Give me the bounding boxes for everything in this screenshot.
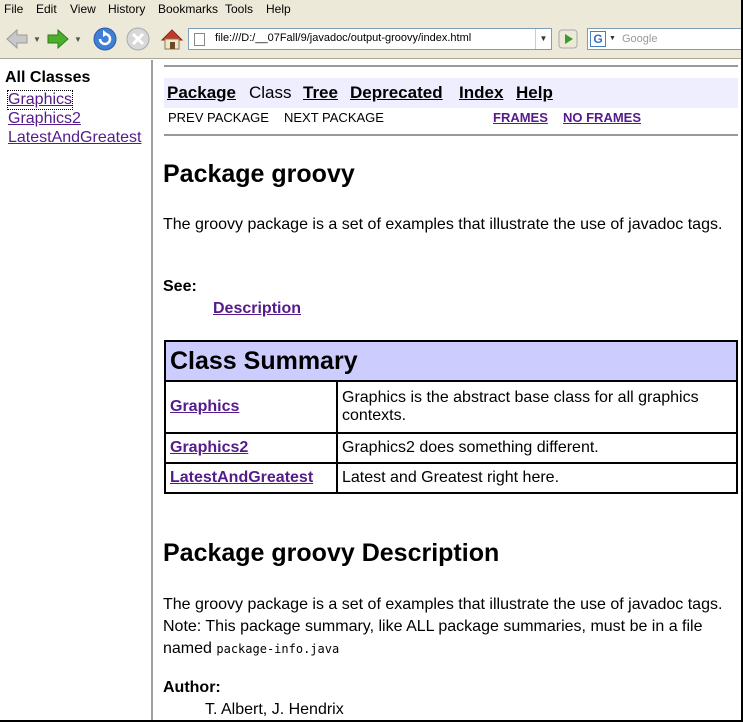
engine-dropdown-icon[interactable]: ▼ <box>609 35 616 42</box>
url-text[interactable]: file:///D:/__07Fall/9/javadoc/output-gro… <box>215 32 471 44</box>
reload-icon[interactable] <box>91 25 119 53</box>
class-summary-header: Class Summary <box>164 340 738 382</box>
search-placeholder[interactable]: Google <box>622 33 657 45</box>
all-classes-title: All Classes <box>5 69 91 86</box>
url-bar[interactable]: file:///D:/__07Fall/9/javadoc/output-gro… <box>188 28 552 50</box>
package-description: The groovy package is a set of examples … <box>163 594 723 660</box>
table-cell-name: LatestAndGreatest <box>164 462 338 494</box>
table-cell-desc: Latest and Greatest right here. <box>336 462 738 494</box>
menu-tools[interactable]: Tools <box>225 2 253 16</box>
nav-tree[interactable]: Tree <box>303 83 338 103</box>
home-icon[interactable] <box>158 25 186 53</box>
all-classes-frame: All Classes Graphics Graphics2 LatestAnd… <box>0 60 153 720</box>
description-title: Package groovy Description <box>163 539 500 567</box>
package-summary-frame: Package Class Tree Deprecated Index Help… <box>155 60 741 720</box>
menu-view[interactable]: View <box>70 2 96 16</box>
table-cell-desc: Graphics is the abstract base class for … <box>336 380 738 434</box>
summary-link-graphics[interactable]: Graphics <box>170 398 239 415</box>
author-value: T. Albert, J. Hendrix <box>205 701 344 718</box>
menu-help[interactable]: Help <box>266 2 291 16</box>
back-dropdown-icon[interactable]: ▼ <box>33 35 41 44</box>
nav-package[interactable]: Package <box>167 83 236 103</box>
back-icon[interactable] <box>4 25 30 53</box>
table-cell-name: Graphics2 <box>164 432 338 464</box>
menu-file[interactable]: File <box>4 2 23 16</box>
package-intro: The groovy package is a set of examples … <box>163 216 723 233</box>
table-cell-name: Graphics <box>164 380 338 434</box>
frames-link[interactable]: FRAMES <box>493 110 548 125</box>
table-row: Graphics2 Graphics2 does something diffe… <box>164 432 738 464</box>
browser-window: File Edit View History Bookmarks Tools H… <box>0 0 741 720</box>
nav-index[interactable]: Index <box>459 83 503 103</box>
forward-dropdown-icon[interactable]: ▼ <box>74 35 82 44</box>
menu-bar: File Edit View History Bookmarks Tools H… <box>0 0 741 19</box>
stop-icon[interactable] <box>124 25 152 53</box>
table-row: LatestAndGreatest Latest and Greatest ri… <box>164 462 738 494</box>
menu-edit[interactable]: Edit <box>36 2 57 16</box>
see-label: See: <box>163 278 197 295</box>
navigation-toolbar: ▼ ▼ file:///D:/__07Fall/9/javadoc/output… <box>0 19 741 59</box>
description-link[interactable]: Description <box>213 300 301 318</box>
table-cell-desc: Graphics2 does something different. <box>336 432 738 464</box>
description-code: package-info.java <box>216 642 340 656</box>
google-engine-icon[interactable]: G <box>590 31 606 47</box>
menu-bookmarks[interactable]: Bookmarks <box>158 2 218 16</box>
nav-deprecated[interactable]: Deprecated <box>350 83 443 103</box>
class-link-latestandgreatest[interactable]: LatestAndGreatest <box>8 129 141 147</box>
javadoc-navbar: Package Class Tree Deprecated Index Help <box>164 78 738 108</box>
class-summary-table: Class Summary Graphics Graphics is the a… <box>164 340 738 494</box>
menu-history[interactable]: History <box>108 2 145 16</box>
forward-icon[interactable] <box>45 25 71 53</box>
no-frames-link[interactable]: NO FRAMES <box>563 110 641 125</box>
page-title: Package groovy <box>163 160 355 188</box>
search-box[interactable]: G ▼ Google <box>587 28 741 50</box>
top-divider <box>164 65 738 67</box>
next-package: NEXT PACKAGE <box>284 110 384 125</box>
prev-package: PREV PACKAGE <box>168 110 269 125</box>
nav-divider <box>164 134 738 136</box>
nav-help[interactable]: Help <box>516 83 553 103</box>
class-link-graphics[interactable]: Graphics <box>6 90 74 110</box>
class-link-graphics2[interactable]: Graphics2 <box>8 110 81 128</box>
author-label: Author: <box>163 679 221 696</box>
nav-class: Class <box>249 83 292 102</box>
table-row: Graphics Graphics is the abstract base c… <box>164 380 738 434</box>
summary-link-latestandgreatest[interactable]: LatestAndGreatest <box>170 469 313 486</box>
url-dropdown-icon[interactable]: ▼ <box>535 29 551 49</box>
page-icon <box>194 33 205 46</box>
summary-link-graphics2[interactable]: Graphics2 <box>170 439 248 456</box>
go-icon[interactable] <box>558 29 578 49</box>
